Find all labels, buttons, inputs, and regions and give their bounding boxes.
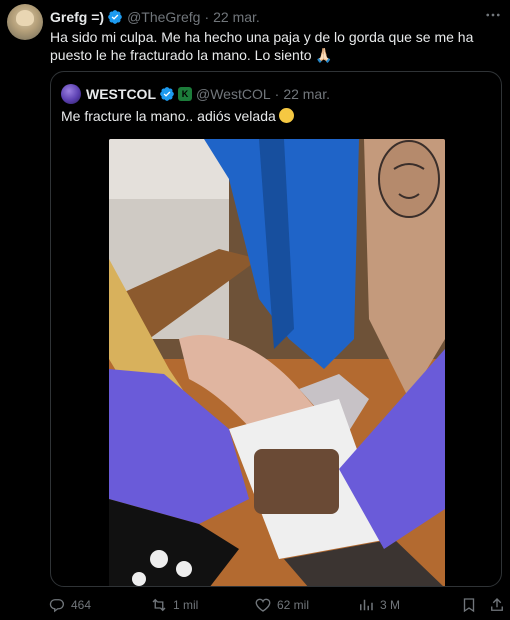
bandaged-hand-photo [109,139,445,586]
quoted-header: WESTCOL K @WestCOL · 22 mar. [61,84,330,104]
action-bar: 464 1 mil 62 mil 3 M [48,596,508,616]
tweet[interactable]: Grefg =) @TheGrefg · 22 mar. Ha sido mi … [0,0,510,620]
separator-dot: · [274,86,280,102]
like-count: 62 mil [277,598,310,612]
quoted-tweet[interactable]: WESTCOL K @WestCOL · 22 mar. Me fracture… [50,71,502,587]
repost-count: 1 mil [173,598,199,612]
reply-icon [49,599,65,613]
quoted-handle[interactable]: @WestCOL [196,86,271,102]
author-handle[interactable]: @TheGrefg [127,9,200,25]
author-name[interactable]: Grefg =) [50,9,104,25]
views-count: 3 M [380,598,401,612]
quoted-text-row: Me fracture la mano.. adiós velada [61,108,294,124]
views-icon [360,599,373,611]
verified-badge-icon [159,86,175,102]
verified-badge-icon [107,9,123,25]
relieved-face-icon [278,108,294,123]
quoted-avatar[interactable] [61,84,81,104]
repost-button[interactable]: 1 mil [150,596,198,614]
separator-dot: · [204,9,210,25]
tweet-text: Ha sido mi culpa. Me ha hecho una paja y… [50,29,474,63]
author-avatar[interactable] [7,4,43,40]
reply-button[interactable]: 464 [48,596,91,614]
repost-icon [152,598,166,612]
quoted-text: Me fracture la mano.. adiós velada [61,108,276,124]
reply-count: 464 [71,598,92,612]
more-icon[interactable] [484,6,502,24]
tweet-date[interactable]: 22 mar. [213,9,260,25]
bookmark-icon [463,598,475,613]
share-button[interactable] [488,596,506,614]
share-icon [491,598,503,611]
heart-icon [255,598,271,612]
tweet-header: Grefg =) @TheGrefg · 22 mar. [50,7,500,27]
bookmark-button[interactable] [460,596,478,614]
quoted-author-name[interactable]: WESTCOL [86,86,156,102]
affiliate-badge-icon: K [178,87,192,101]
quoted-media-image[interactable] [109,139,445,586]
like-button[interactable]: 62 mil [254,596,309,614]
quoted-date[interactable]: 22 mar. [283,86,330,102]
views-button[interactable]: 3 M [357,596,400,614]
